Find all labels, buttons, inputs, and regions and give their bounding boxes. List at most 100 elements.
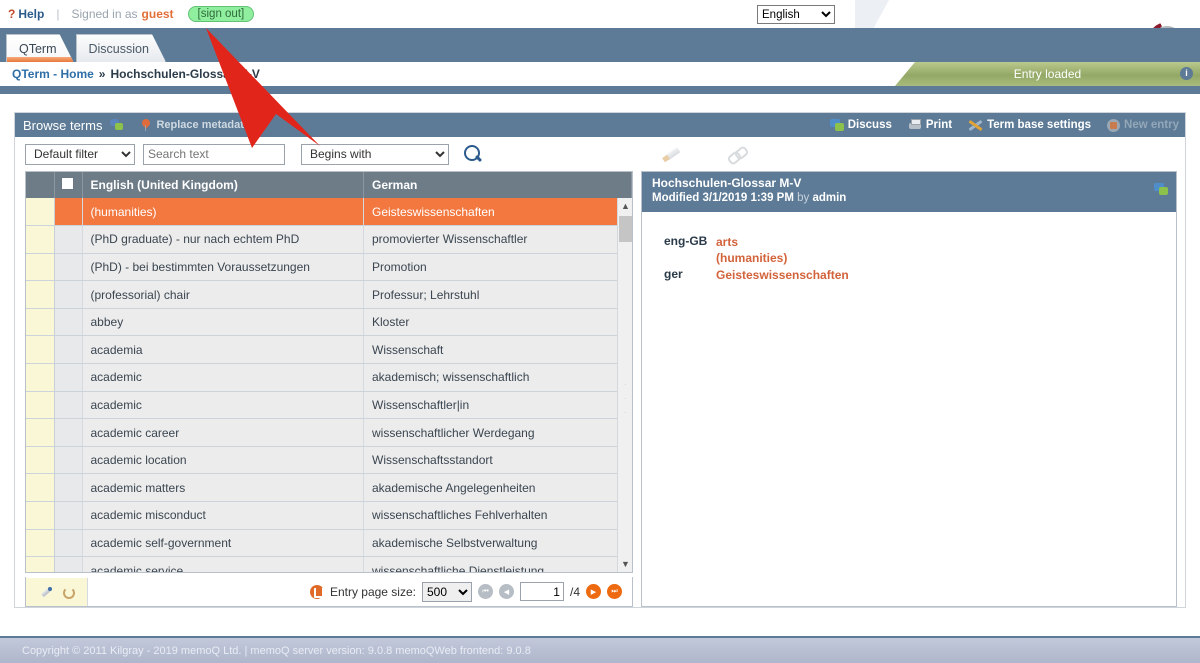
row-checkbox-cell[interactable] [54, 198, 82, 226]
tab-strip: QTerm Discussion [0, 28, 1200, 62]
column-header-german[interactable]: German [364, 172, 632, 198]
row-checkbox-cell[interactable] [54, 502, 82, 530]
row-checkbox-cell[interactable] [54, 308, 82, 336]
term-base-settings-button[interactable]: Term base settings [968, 119, 1091, 132]
row-term-english: academic [82, 391, 364, 419]
term-base-settings-label: Term base settings [987, 119, 1091, 131]
chain-icon [727, 145, 747, 163]
modified-by-user: admin [812, 192, 846, 204]
table-row[interactable]: academic mattersakademische Angelegenhei… [26, 474, 632, 502]
row-checkbox-cell[interactable] [54, 529, 82, 557]
entry-term[interactable]: Geisteswissenschaften [716, 267, 849, 283]
row-flag-cell [26, 557, 54, 573]
table-row[interactable]: academic careerwissenschaftlicher Werdeg… [26, 419, 632, 447]
row-checkbox-cell[interactable] [54, 336, 82, 364]
row-checkbox-cell[interactable] [54, 281, 82, 309]
grid-pager: Entry page size: 500 ⏮ ◀ /4 ▶ ⏭ [25, 577, 633, 607]
prev-page-button: ◀ [499, 584, 514, 599]
help-link[interactable]: Help [18, 7, 44, 21]
table-row[interactable]: academic self-governmentakademische Selb… [26, 529, 632, 557]
row-flag-cell [26, 446, 54, 474]
entry-term[interactable]: arts [716, 234, 787, 250]
row-term-german: Promotion [364, 253, 632, 281]
entry-term[interactable]: (humanities) [716, 250, 787, 266]
match-mode-select[interactable]: Begins with [301, 144, 449, 165]
table-row[interactable]: academiaWissenschaft [26, 336, 632, 364]
entry-discuss-icon[interactable] [1154, 183, 1168, 195]
row-flag-cell [26, 198, 54, 226]
pin-icon [140, 119, 152, 131]
undo-icon[interactable] [61, 585, 74, 598]
row-term-german: Professur; Lehrstuhl [364, 281, 632, 309]
row-term-english: academic career [82, 419, 364, 447]
row-checkbox-cell[interactable] [54, 253, 82, 281]
current-page-input[interactable] [520, 582, 564, 601]
column-header-english[interactable]: English (United Kingdom) [82, 172, 364, 198]
tab-qterm[interactable]: QTerm [6, 34, 74, 62]
help-question-icon: ? [8, 7, 15, 21]
search-input[interactable] [143, 144, 285, 165]
sign-out-button[interactable]: [sign out] [188, 6, 255, 22]
row-checkbox-cell[interactable] [54, 557, 82, 573]
language-select[interactable]: English [757, 5, 835, 24]
table-row[interactable]: academic servicewissenschaftliche Dienst… [26, 557, 632, 573]
pager-controls: Entry page size: 500 ⏮ ◀ /4 ▶ ⏭ [88, 582, 632, 602]
table-row[interactable]: academic locationWissenschaftsstandort [26, 446, 632, 474]
topbar-divider: | [56, 7, 59, 21]
table-row[interactable]: (humanities)Geisteswissenschaften [26, 198, 632, 226]
row-flag-cell [26, 364, 54, 392]
filter-select[interactable]: Default filter [25, 144, 135, 165]
scrollbar-thumb[interactable] [619, 216, 632, 242]
modified-prefix: Modified [652, 192, 699, 204]
tab-discussion[interactable]: Discussion [76, 34, 166, 62]
new-entry-icon [1107, 119, 1120, 132]
panel-title: Browse terms [23, 118, 102, 133]
print-label: Print [926, 119, 952, 131]
grid-scrollbar[interactable]: ▲ ··· ▼ [617, 198, 632, 572]
select-all-checkbox[interactable] [61, 177, 74, 190]
row-checkbox-cell[interactable] [54, 226, 82, 254]
row-term-english: (humanities) [82, 198, 364, 226]
table-row[interactable]: (professorial) chairProfessur; Lehrstuhl [26, 281, 632, 309]
row-term-german: promovierter Wissenschaftler [364, 226, 632, 254]
entry-modified-info: Modified 3/1/2019 1:39 PM by admin [652, 192, 1166, 204]
scroll-down-icon[interactable]: ▼ [618, 556, 633, 572]
row-checkbox-cell[interactable] [54, 446, 82, 474]
row-checkbox-cell[interactable] [54, 364, 82, 392]
table-row[interactable]: (PhD) - bei bestimmten VoraussetzungenPr… [26, 253, 632, 281]
row-checkbox-cell[interactable] [54, 391, 82, 419]
breadcrumb-home-link[interactable]: QTerm - Home [12, 67, 94, 81]
page-size-label: Entry page size: [330, 585, 416, 599]
terms-grid: English (United Kingdom) German (humanit… [25, 171, 633, 573]
row-term-english: academic self-government [82, 529, 364, 557]
print-button[interactable]: Print [908, 119, 952, 131]
footer-copyright: Copyright © 2011 Kilgray - 2019 memoQ Lt… [0, 636, 1200, 663]
table-row[interactable]: (PhD graduate) - nur nach echtem PhDprom… [26, 226, 632, 254]
replace-metadata-button[interactable]: Replace metadata [140, 119, 250, 131]
info-icon[interactable]: i [1180, 67, 1193, 80]
row-checkbox-cell[interactable] [54, 419, 82, 447]
row-checkbox-cell[interactable] [54, 474, 82, 502]
browse-terms-panel: Browse terms Replace metadata Discuss Pr… [14, 112, 1186, 608]
discuss-icon [830, 119, 844, 131]
row-term-english: academic matters [82, 474, 364, 502]
select-all-header[interactable] [54, 172, 82, 198]
table-row[interactable]: abbeyKloster [26, 308, 632, 336]
row-term-german: Wissenschaft [364, 336, 632, 364]
table-row[interactable]: academic misconductwissenschaftliches Fe… [26, 502, 632, 530]
table-row[interactable]: academicakademisch; wissenschaftlich [26, 364, 632, 392]
page-size-select[interactable]: 500 [422, 582, 472, 602]
row-flag-cell [26, 226, 54, 254]
terms-table-body: (humanities)Geisteswissenschaften(PhD gr… [26, 198, 632, 573]
row-term-german: akademische Selbstverwaltung [364, 529, 632, 557]
search-icon[interactable] [463, 144, 483, 164]
next-page-button[interactable]: ▶ [586, 584, 601, 599]
discuss-button[interactable]: Discuss [830, 119, 892, 131]
row-term-german: akademische Angelegenheiten [364, 474, 632, 502]
tag-icon[interactable] [40, 585, 53, 598]
row-term-english: academic [82, 364, 364, 392]
table-row[interactable]: academicWissenschaftler|in [26, 391, 632, 419]
last-page-button[interactable]: ⏭ [607, 584, 622, 599]
row-term-german: Geisteswissenschaften [364, 198, 632, 226]
scroll-up-icon[interactable]: ▲ [618, 198, 633, 214]
